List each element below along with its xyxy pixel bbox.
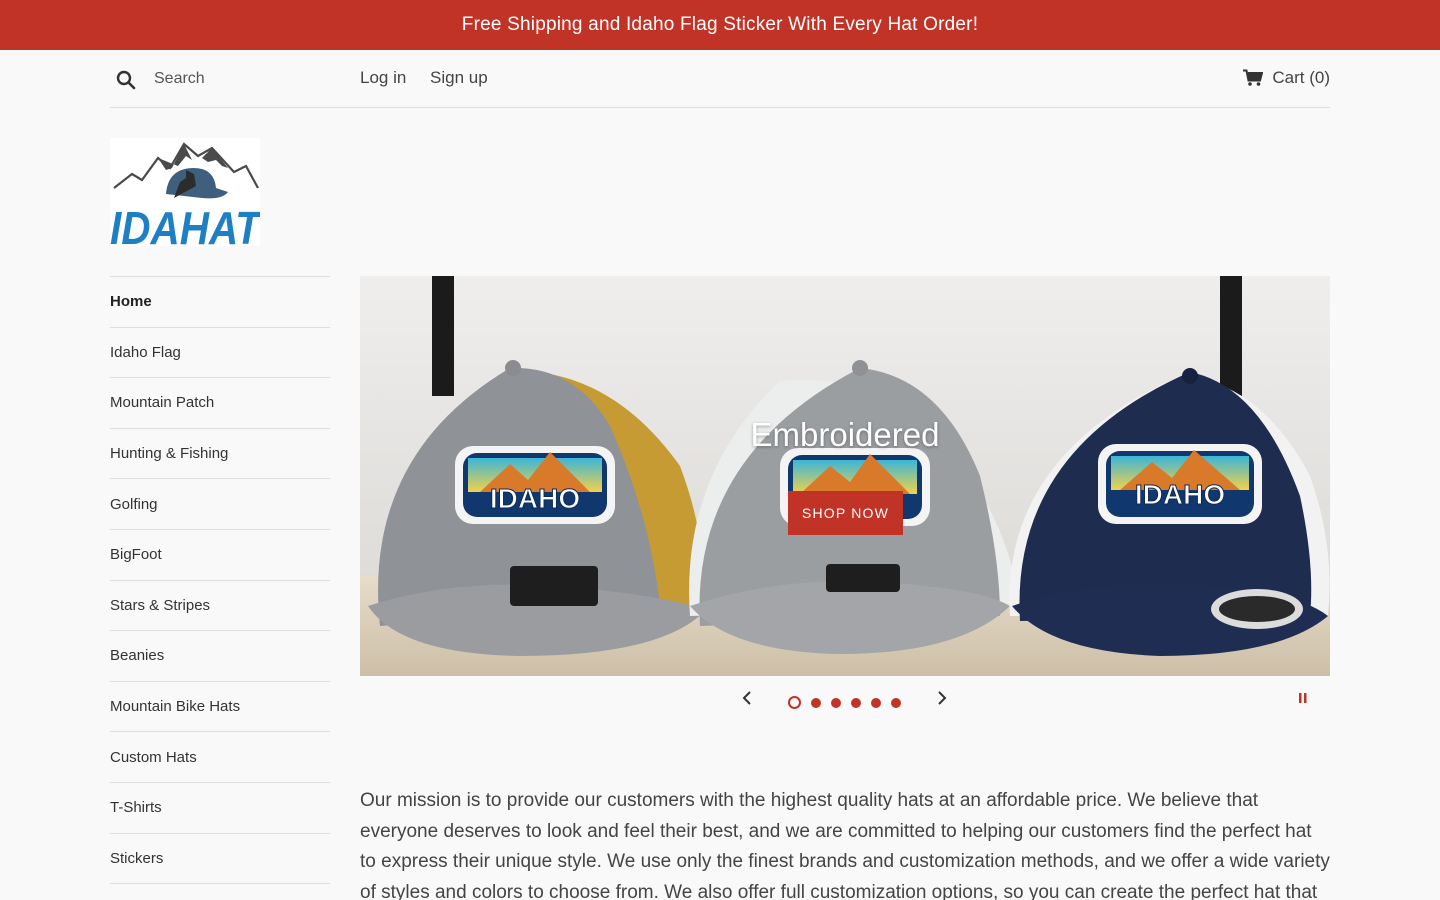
hero-image: IDAHO IDAHO — [360, 276, 1330, 676]
shop-now-button[interactable]: SHOP NOW — [788, 491, 903, 535]
slide-dot-5[interactable] — [871, 697, 881, 708]
cart-link[interactable]: Cart (0) — [1243, 68, 1330, 88]
search-input[interactable] — [154, 66, 334, 92]
announcement-text: Free Shipping and Idaho Flag Sticker Wit… — [461, 14, 979, 35]
sidebar-item-t-shirts[interactable]: T-Shirts — [110, 783, 330, 834]
cart-icon — [1243, 69, 1264, 86]
announcement-bar: Free Shipping and Idaho Flag Sticker Wit… — [0, 0, 1440, 50]
search-icon[interactable] — [116, 70, 136, 90]
sidebar-item-custom-hats[interactable]: Custom Hats — [110, 732, 330, 783]
sidebar-item-hunting-fishing[interactable]: Hunting & Fishing — [110, 429, 330, 480]
hero-slideshow: IDAHO IDAHO Embroidered SHOP NOW — [360, 276, 1330, 676]
sidebar-item-home[interactable]: Home — [110, 277, 330, 328]
slide-dots — [788, 696, 901, 709]
slide-dot-6[interactable] — [891, 697, 901, 708]
sidebar-item-beanies[interactable]: Beanies — [110, 631, 330, 682]
login-link[interactable]: Log in — [360, 68, 406, 88]
chevron-left-icon[interactable] — [739, 688, 755, 708]
pause-icon[interactable] — [1299, 693, 1307, 703]
slideshow-controls — [360, 686, 1330, 716]
sidebar-item-golfing[interactable]: Golfing — [110, 479, 330, 530]
logo-text: IDAHAT — [110, 202, 260, 246]
sidebar-item-mountain-patch[interactable]: Mountain Patch — [110, 378, 330, 429]
slide-dot-1[interactable] — [788, 696, 801, 709]
slide-dot-3[interactable] — [831, 697, 841, 708]
sidebar-item-bigfoot[interactable]: BigFoot — [110, 530, 330, 581]
slide-title: Embroidered — [750, 416, 940, 453]
slide-dot-4[interactable] — [851, 697, 861, 708]
sidebar-nav: Home Idaho Flag Mountain Patch Hunting &… — [110, 276, 330, 885]
patch-text-right: IDAHO — [1135, 479, 1225, 510]
logo-mountains-graphic: IDAHAT — [110, 142, 263, 254]
sidebar-item-stickers[interactable]: Stickers — [110, 834, 330, 885]
mission-statement: Our mission is to provide our customers … — [360, 790, 1330, 900]
sidebar-item-mountain-bike-hats[interactable]: Mountain Bike Hats — [110, 682, 330, 733]
slide-dot-2[interactable] — [811, 697, 821, 708]
sidebar-item-stars-stripes[interactable]: Stars & Stripes — [110, 581, 330, 632]
chevron-right-icon[interactable] — [934, 688, 950, 708]
top-bar: Log in Sign up Cart (0) — [110, 50, 1330, 108]
patch-text-left: IDAHO — [490, 483, 580, 514]
sidebar-item-idaho-flag[interactable]: Idaho Flag — [110, 328, 330, 379]
store-logo[interactable]: IDAHAT — [110, 138, 263, 254]
cart-label: Cart (0) — [1272, 68, 1330, 87]
signup-link[interactable]: Sign up — [430, 68, 488, 88]
